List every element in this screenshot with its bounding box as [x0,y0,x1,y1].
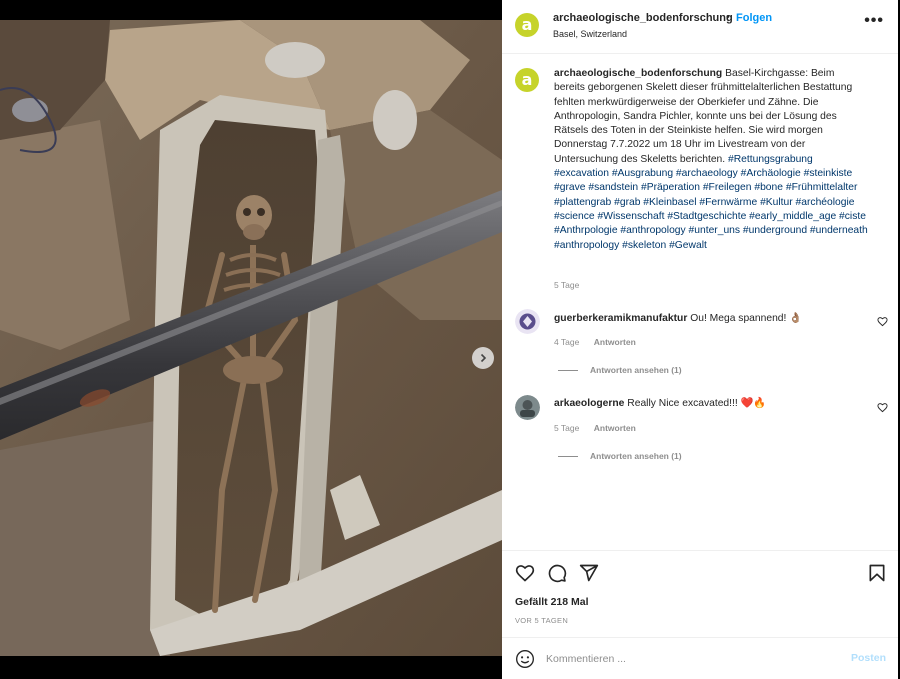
post-date: VOR 5 TAGEN [515,616,569,625]
comment-item: guerberkeramikmanufaktur Ou! Mega spanne… [502,305,898,385]
comment-meta: 5 Tage Antworten [554,423,648,433]
replies-line [558,455,578,457]
reply-button[interactable]: Antworten [594,423,636,433]
comment-body: guerberkeramikmanufaktur Ou! Mega spanne… [554,311,802,324]
comment-icon[interactable] [547,563,567,583]
like-comment-heart-icon[interactable] [877,402,888,413]
caption-hashtags[interactable]: #Rettungsgrabung #excavation #Ausgrabung… [554,154,868,251]
likes-count[interactable]: Gefällt 218 Mal [515,596,589,608]
separator-dot: • [726,11,730,23]
excavation-photo [0,20,502,656]
more-options-icon[interactable]: ••• [864,12,884,30]
share-icon[interactable] [579,563,599,583]
view-replies-button[interactable]: Antworten ansehen (1) [558,451,682,461]
reply-button[interactable]: Antworten [594,337,636,347]
commenter-avatar[interactable] [515,395,540,420]
caption-text: Basel-Kirchgasse: Beim bereits geborgene… [554,68,853,165]
comment-input[interactable] [546,650,836,668]
comment-item: arkaeologerne Really Nice excavated!!! ❤… [502,390,898,470]
post-caption: archaeologische_bodenforschung Basel-Kir… [554,67,868,253]
comment-username[interactable]: guerberkeramikmanufaktur [554,313,687,324]
bookmark-icon[interactable] [867,563,887,583]
comment-meta: 4 Tage Antworten [554,337,648,347]
post-header: a archaeologische_bodenforschung • Folge… [502,0,898,54]
view-replies-label: Antworten ansehen (1) [590,451,682,461]
caption-timestamp: 5 Tage [554,280,580,290]
add-comment-bar: Posten [502,637,898,679]
view-replies-button[interactable]: Antworten ansehen (1) [558,365,682,375]
author-username[interactable]: archaeologische_bodenforschung [553,12,733,24]
comment-text: Ou! Mega spannend! 👌🏽 [690,313,803,324]
next-photo-button[interactable] [472,347,494,369]
post-location[interactable]: Basel, Switzerland [553,29,627,39]
caption-username[interactable]: archaeologische_bodenforschung [554,68,722,79]
author-avatar[interactable]: a [515,13,539,37]
comment-username[interactable]: arkaeologerne [554,398,624,409]
emoji-icon[interactable] [515,649,535,669]
heart-icon[interactable] [515,563,535,583]
caption-avatar[interactable]: a [515,68,539,92]
comment-text: Really Nice excavated!!! ❤️🔥 [627,398,767,409]
commenter-avatar[interactable] [515,309,540,334]
comment-timestamp: 4 Tage [554,337,580,347]
view-replies-label: Antworten ansehen (1) [590,365,682,375]
comment-timestamp: 5 Tage [554,423,580,433]
post-comment-button[interactable]: Posten [851,652,886,664]
like-comment-heart-icon[interactable] [877,316,888,327]
follow-button[interactable]: Folgen [736,12,772,24]
replies-line [558,369,578,371]
comment-body: arkaeologerne Really Nice excavated!!! ❤… [554,396,766,409]
post-photo[interactable] [0,20,502,656]
chevron-right-icon [480,353,487,363]
post-sidebar: a archaeologische_bodenforschung • Folge… [502,0,898,679]
